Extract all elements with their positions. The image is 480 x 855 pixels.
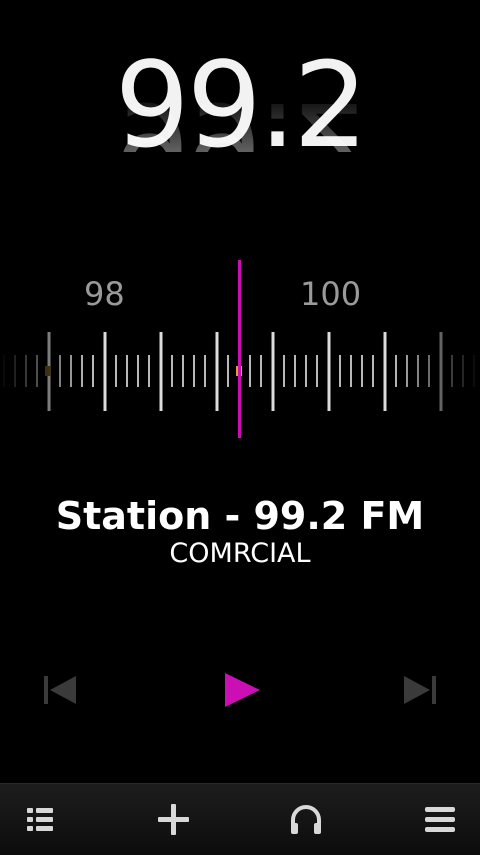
play-icon <box>225 673 260 707</box>
audio-output-button[interactable] <box>284 798 328 842</box>
station-list-icon <box>27 808 53 831</box>
skip-next-icon <box>404 676 436 704</box>
frequency-display: 99.2 99.2 <box>0 40 480 220</box>
skip-previous-icon <box>44 676 76 704</box>
play-button[interactable] <box>220 668 264 712</box>
tuning-dial[interactable]: 98 100 <box>0 255 480 445</box>
next-button[interactable] <box>398 668 442 712</box>
radiotext: COMRCIAL <box>169 538 311 569</box>
tuning-scale[interactable] <box>0 255 480 445</box>
previous-button[interactable] <box>38 668 82 712</box>
headphones-icon <box>291 805 321 834</box>
frequency-reflection: 99.2 <box>114 82 366 152</box>
menu-icon <box>425 807 455 832</box>
bottom-toolbar <box>0 783 480 855</box>
add-station-button[interactable] <box>152 798 196 842</box>
tuning-needle[interactable] <box>238 260 241 438</box>
station-list-button[interactable] <box>18 798 62 842</box>
add-icon <box>158 804 189 835</box>
options-menu-button[interactable] <box>418 798 462 842</box>
station-name: Station - 99.2 FM <box>55 494 425 538</box>
